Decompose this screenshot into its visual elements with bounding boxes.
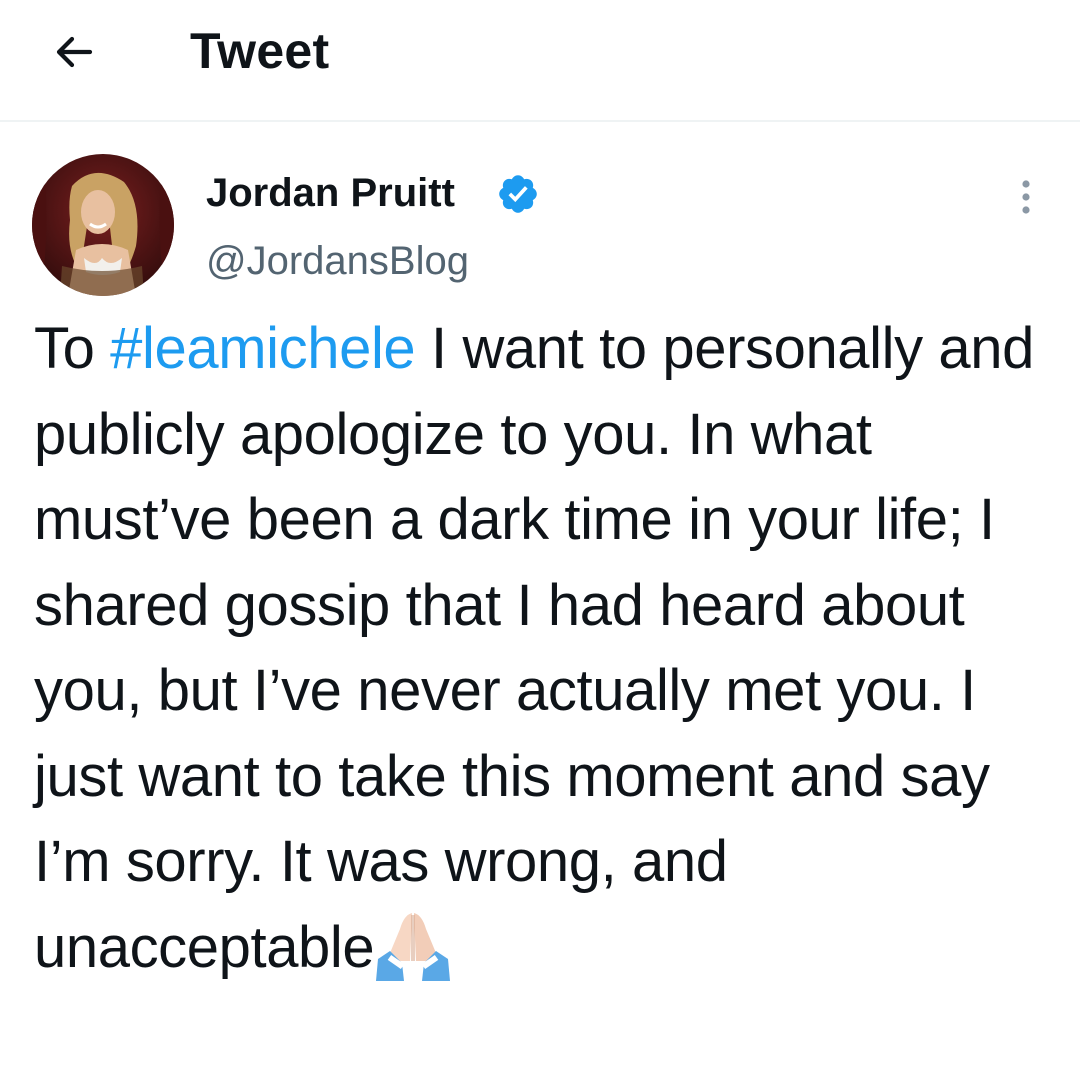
back-button[interactable] — [44, 22, 104, 82]
hashtag-link[interactable]: #leamichele — [110, 316, 416, 381]
tweet-text-prefix: To — [34, 316, 111, 381]
top-bar: Tweet — [0, 0, 1080, 122]
folded-hands-emoji — [376, 912, 451, 981]
verified-badge-icon — [499, 175, 537, 213]
tweet-text-body: I want to personally and publicly apolog… — [34, 316, 1035, 980]
author-handle[interactable]: @JordansBlog — [206, 236, 469, 286]
more-options-button[interactable] — [1004, 172, 1048, 222]
tweet-text: To #leamichele I want to personally and … — [34, 306, 1054, 990]
arrow-left-icon — [56, 36, 93, 68]
author-name[interactable]: Jordan Pruitt — [206, 168, 455, 218]
profile-avatar-image — [32, 154, 174, 296]
page-title: Tweet — [190, 23, 330, 79]
avatar[interactable] — [32, 154, 174, 296]
more-vertical-icon — [1022, 180, 1030, 214]
